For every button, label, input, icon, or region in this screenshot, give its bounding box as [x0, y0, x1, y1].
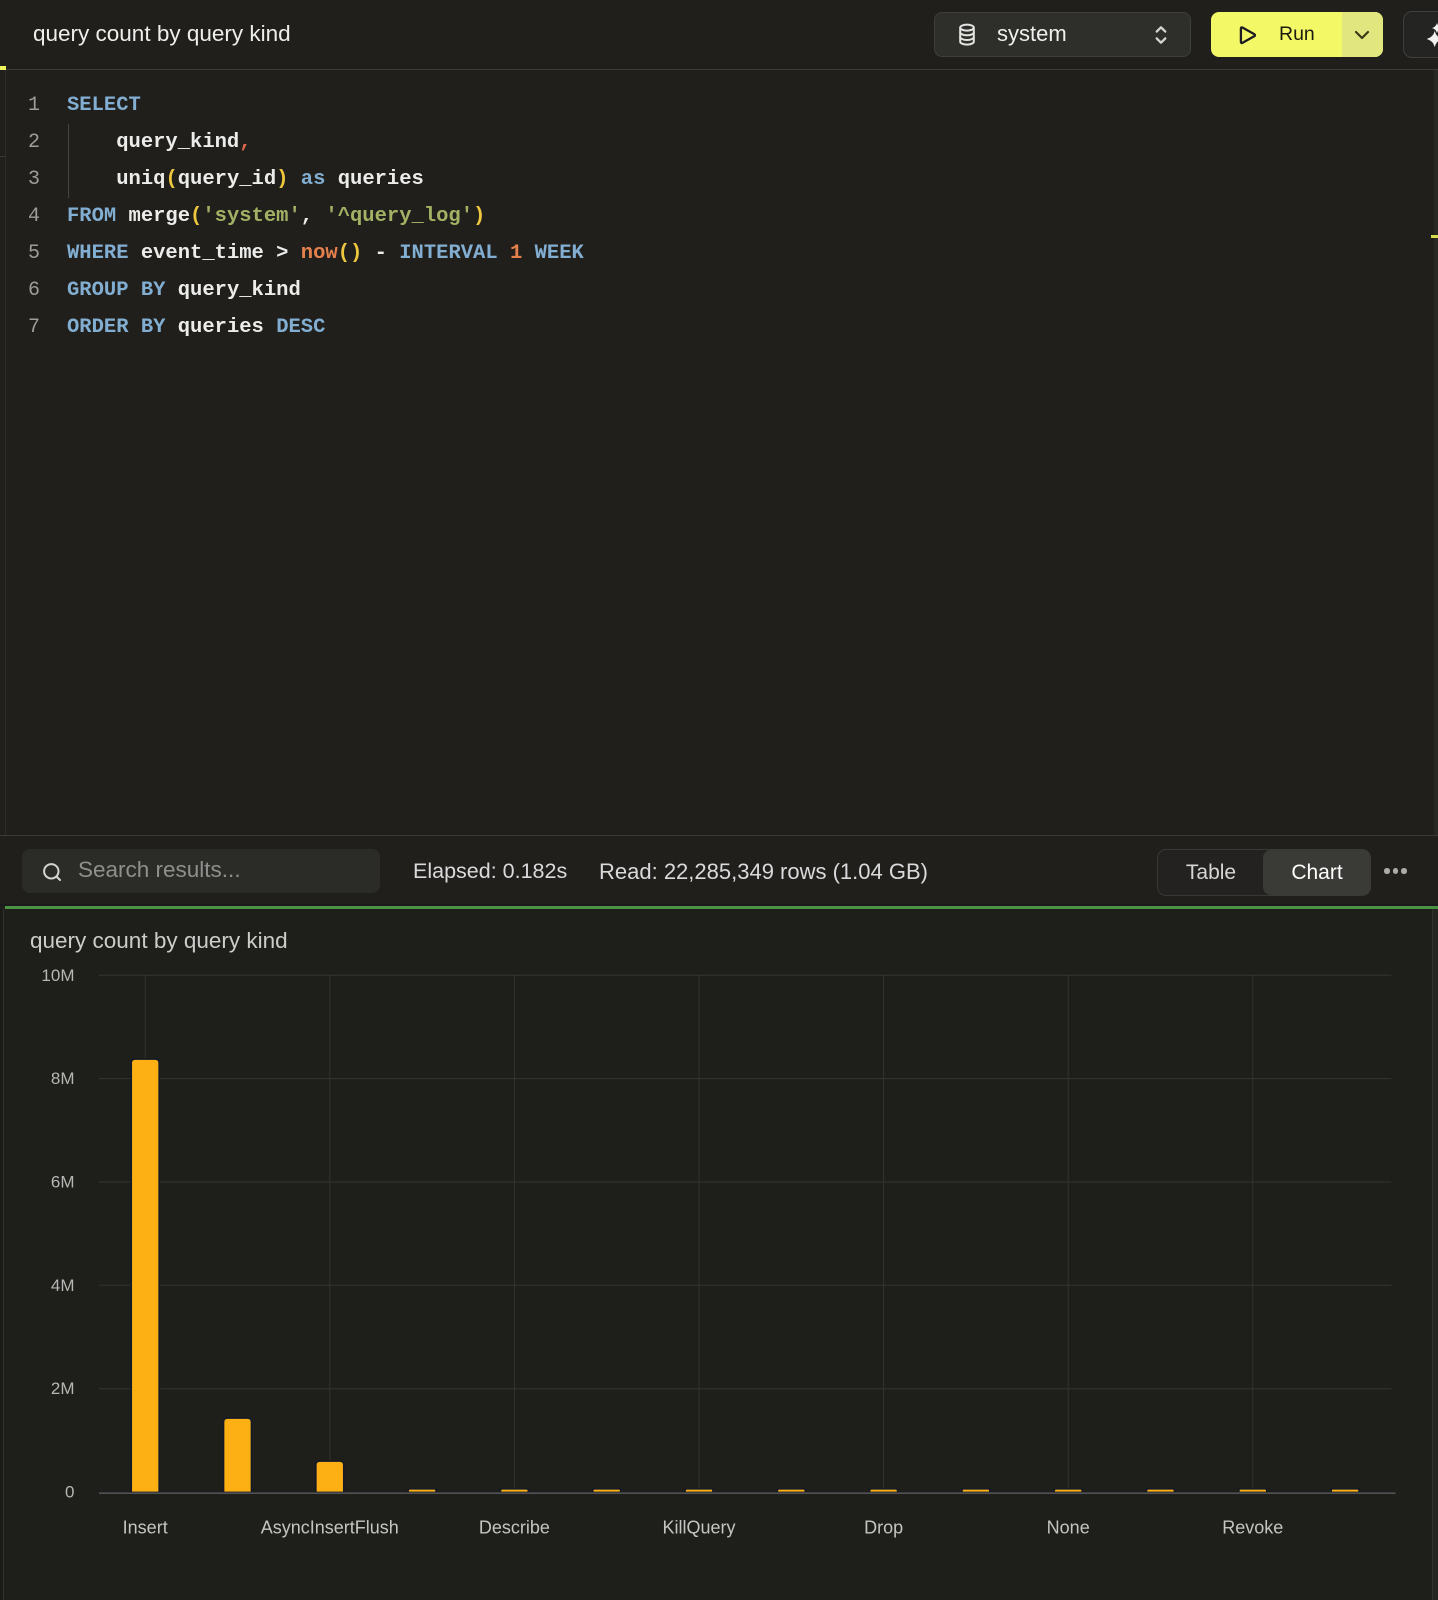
svg-text:None: None	[1047, 1518, 1090, 1538]
svg-text:2M: 2M	[51, 1379, 75, 1398]
svg-text:Drop: Drop	[864, 1518, 903, 1538]
svg-text:Describe: Describe	[479, 1518, 550, 1538]
svg-text:4M: 4M	[51, 1276, 75, 1295]
svg-text:Revoke: Revoke	[1222, 1518, 1283, 1538]
svg-text:KillQuery: KillQuery	[662, 1518, 735, 1538]
svg-text:Insert: Insert	[123, 1518, 168, 1538]
svg-text:6M: 6M	[51, 1173, 75, 1192]
svg-text:10M: 10M	[41, 966, 74, 985]
svg-text:AsyncInsertFlush: AsyncInsertFlush	[261, 1518, 399, 1538]
svg-text:8M: 8M	[51, 1069, 75, 1088]
svg-text:0: 0	[65, 1483, 74, 1502]
